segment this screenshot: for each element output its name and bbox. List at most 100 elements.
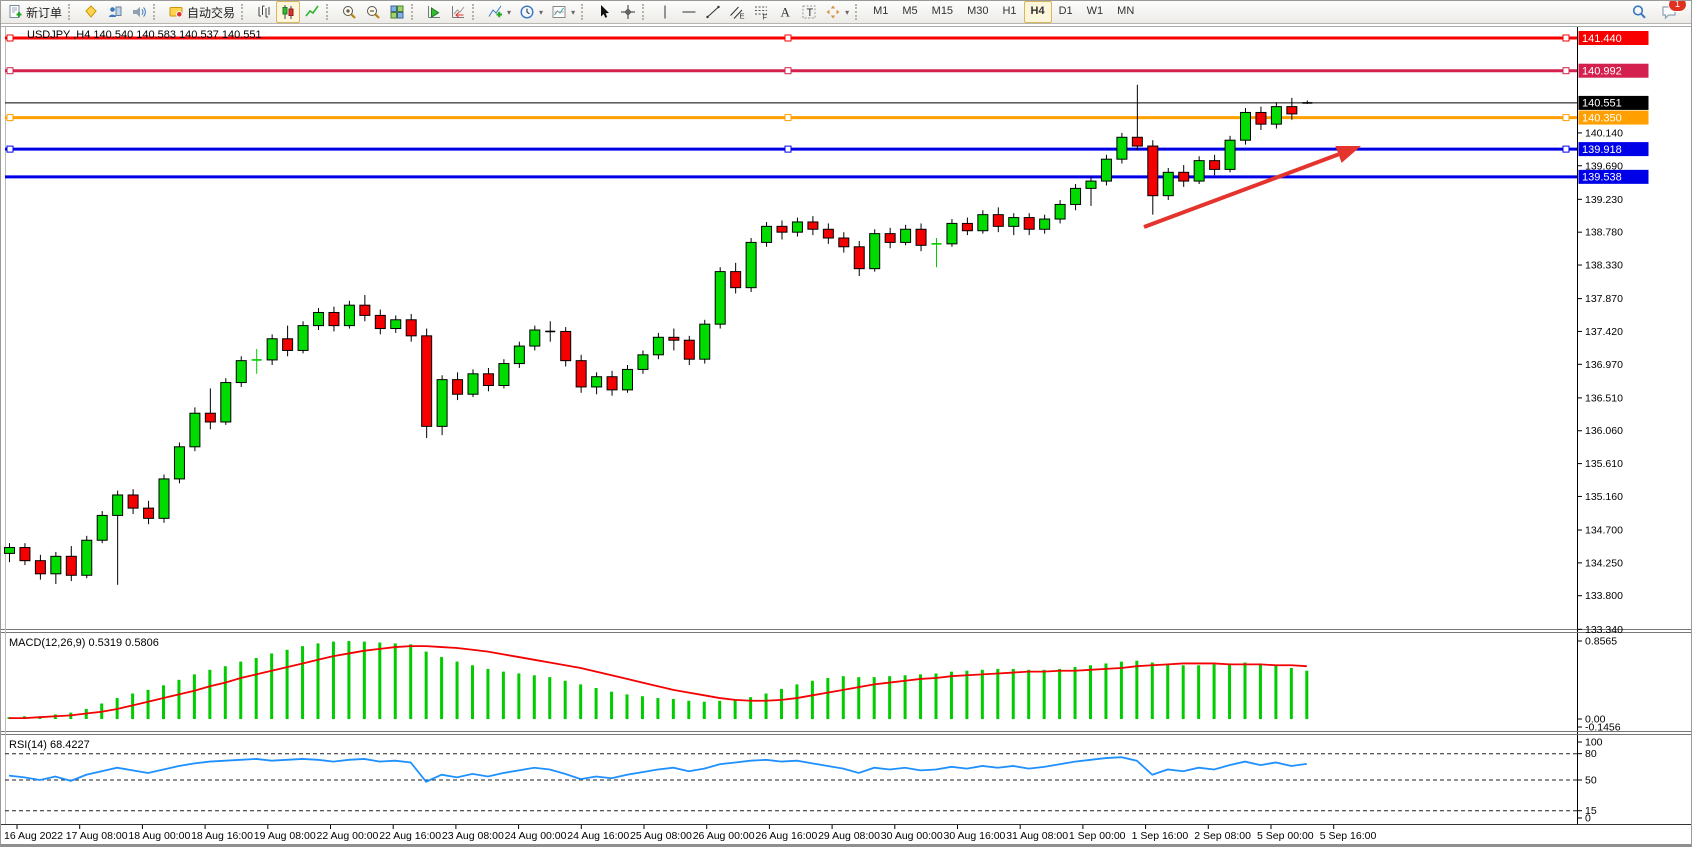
arrows-icon [825, 4, 841, 20]
date-label: 31 Aug 08:00 [1006, 830, 1068, 842]
price-tick-label: 133.800 [1585, 590, 1623, 602]
timeframe-w1-button[interactable]: W1 [1080, 1, 1111, 23]
line-handle[interactable] [785, 68, 791, 74]
tile-windows-button[interactable] [385, 1, 409, 23]
toolbar-separator [326, 4, 335, 20]
date-label: 18 Aug 00:00 [128, 830, 190, 842]
price-badge-label: 140.992 [1582, 66, 1622, 78]
timeframe-m1-button[interactable]: M1 [866, 1, 895, 23]
data-window-button[interactable] [103, 1, 127, 23]
zoom-in-icon [341, 4, 357, 20]
text-a-icon: A [777, 4, 793, 20]
timeframe-h1-button[interactable]: H1 [995, 1, 1023, 23]
tiles-icon [389, 4, 405, 20]
rsi-tick-label: 0 [1585, 813, 1591, 825]
date-label: 2 Sep 08:00 [1194, 830, 1251, 842]
line-handle[interactable] [785, 115, 791, 121]
price-tick-label: 136.510 [1585, 392, 1623, 404]
timeframe-m15-button[interactable]: M15 [925, 1, 960, 23]
vline-icon [657, 4, 673, 20]
date-label: 17 Aug 08:00 [66, 830, 128, 842]
horizontal-line-button[interactable] [677, 1, 701, 23]
price-tick-label: 135.160 [1585, 491, 1623, 503]
navigator-button[interactable] [127, 1, 151, 23]
templates-button[interactable]: ▾ [547, 1, 579, 23]
new-order-label: 新订单 [26, 4, 62, 21]
chart-canvas[interactable]: 140.140139.690139.230138.780138.330137.8… [1, 1, 1692, 847]
text-button[interactable]: A [773, 1, 797, 23]
text-label-button[interactable]: T [797, 1, 821, 23]
vertical-line-button[interactable] [653, 1, 677, 23]
macd-indicator-label: MACD(12,26,9) 0.5319 0.5806 [9, 637, 159, 649]
timeframe-mn-button[interactable]: MN [1110, 1, 1141, 23]
line-handle[interactable] [1563, 115, 1569, 121]
periods-button[interactable]: ▾ [515, 1, 547, 23]
price-tick-label: 135.610 [1585, 458, 1623, 470]
fibonacci-button[interactable]: F [749, 1, 773, 23]
chart-shift-button[interactable] [446, 1, 470, 23]
crosshair-button[interactable] [616, 1, 640, 23]
template-chart-icon [551, 4, 567, 20]
zoom-in-button[interactable] [337, 1, 361, 23]
toolbar-separator [241, 4, 250, 20]
toolbar-separator [581, 4, 590, 20]
date-label: 24 Aug 16:00 [567, 830, 629, 842]
line-handle[interactable] [785, 146, 791, 152]
trading-terminal-window: 新订单自动交易▾▾▾EFAT▾M1M5M15M30H1H4D1W1MN1 140… [0, 0, 1692, 847]
timeframe-m30-button[interactable]: M30 [960, 1, 995, 23]
toolbar-separator [68, 4, 77, 20]
notifications-button[interactable]: 1 [1657, 1, 1681, 23]
new-order-button[interactable]: 新订单 [3, 1, 66, 23]
line-handle[interactable] [7, 146, 13, 152]
date-label: 30 Aug 00:00 [881, 830, 943, 842]
date-label: 22 Aug 00:00 [317, 830, 379, 842]
date-label: 19 Aug 08:00 [254, 830, 316, 842]
line-handle[interactable] [7, 35, 13, 41]
chevron-down-icon: ▾ [571, 8, 575, 17]
date-label: 5 Sep 00:00 [1257, 830, 1314, 842]
chart-play-icon [426, 4, 442, 20]
autotrading-button[interactable]: 自动交易 [164, 1, 239, 23]
chart-line-button[interactable] [300, 1, 324, 23]
rsi-tick-label: 50 [1585, 775, 1597, 787]
timeframe-h4-button[interactable]: H4 [1024, 1, 1052, 23]
trendline-button[interactable] [701, 1, 725, 23]
line-handle[interactable] [1563, 68, 1569, 74]
chart-area[interactable]: 140.140139.690139.230138.780138.330137.8… [1, 23, 1692, 847]
chevron-down-icon: ▾ [845, 8, 849, 17]
price-tick-label: 134.250 [1585, 557, 1623, 569]
market-watch-button[interactable] [79, 1, 103, 23]
chart-candles-button[interactable] [276, 1, 300, 23]
price-tick-label: 136.060 [1585, 425, 1623, 437]
cursor-button[interactable] [592, 1, 616, 23]
robot-icon [168, 4, 184, 20]
price-tick-label: 136.970 [1585, 359, 1623, 371]
strategy-tester-button[interactable] [422, 1, 446, 23]
timeframe-m5-button[interactable]: M5 [895, 1, 924, 23]
line-handle[interactable] [785, 35, 791, 41]
date-label: 23 Aug 08:00 [442, 830, 504, 842]
line-handle[interactable] [7, 68, 13, 74]
svg-text:A: A [781, 5, 791, 20]
rsi-indicator-label: RSI(14) 68.4227 [9, 739, 90, 751]
svg-text:E: E [740, 12, 745, 21]
arrows-button[interactable]: ▾ [821, 1, 853, 23]
price-tick-label: 140.140 [1585, 127, 1623, 139]
autotrading-label: 自动交易 [187, 4, 235, 21]
line-handle[interactable] [7, 115, 13, 121]
chart-line-icon [304, 4, 320, 20]
toolbar-separator [153, 4, 162, 20]
trendline-icon [705, 4, 721, 20]
zoom-out-button[interactable] [361, 1, 385, 23]
equidistant-channel-button[interactable]: E [725, 1, 749, 23]
svg-text:F: F [763, 13, 768, 21]
timeframe-d1-button[interactable]: D1 [1052, 1, 1080, 23]
line-handle[interactable] [1563, 35, 1569, 41]
chart-bars-button[interactable] [252, 1, 276, 23]
rsi-tick-label: 80 [1585, 748, 1597, 760]
line-handle[interactable] [1563, 146, 1569, 152]
hline-icon [681, 4, 697, 20]
channel-icon: E [729, 4, 745, 20]
indicators-button[interactable]: ▾ [483, 1, 515, 23]
search-button[interactable] [1627, 1, 1651, 23]
